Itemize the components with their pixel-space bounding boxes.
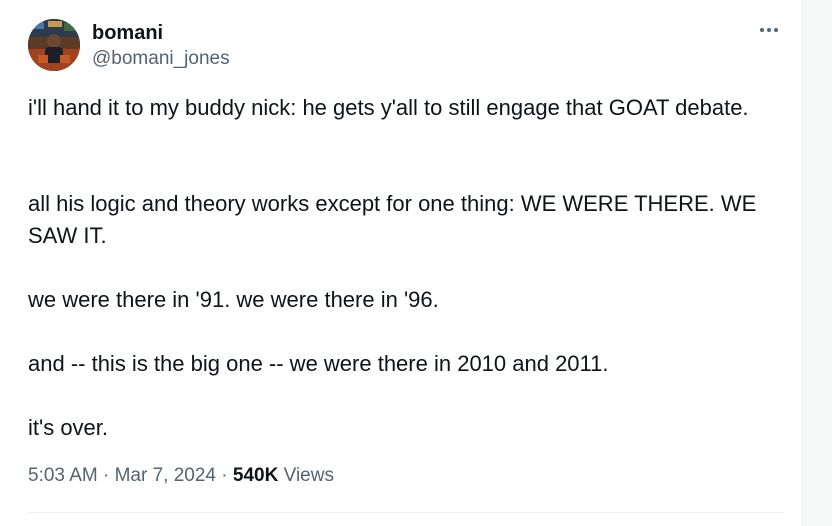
more-options-icon[interactable]: [757, 20, 781, 40]
tweet-date[interactable]: Mar 7, 2024: [115, 465, 216, 486]
tweet-paragraph: all his logic and theory works except fo…: [28, 191, 757, 248]
tweet-paragraph: and -- this is the big one -- we were th…: [28, 351, 609, 376]
author-handle[interactable]: @bomani_jones: [92, 48, 230, 70]
dot-icon: [760, 28, 764, 32]
meta-separator: ·: [221, 465, 228, 486]
tweet-paragraph: we were there in '91. we were there in '…: [28, 287, 439, 312]
author-display-name[interactable]: bomani: [92, 22, 163, 44]
tweet-time[interactable]: 5:03 AM: [28, 465, 98, 486]
dot-icon: [774, 28, 778, 32]
tweet-paragraph: it's over.: [28, 415, 109, 440]
avatar-image: [28, 19, 80, 71]
views-label: Views: [283, 465, 334, 486]
tweet-meta: 5:03 AM · Mar 7, 2024 · 540K Views: [28, 464, 334, 488]
tweet-card: bomani @bomani_jones i'll hand it to my …: [0, 0, 803, 526]
tweet-paragraph: i'll hand it to my buddy nick: he gets y…: [28, 95, 749, 120]
dot-icon: [767, 28, 771, 32]
divider: [28, 512, 784, 513]
avatar[interactable]: [28, 19, 80, 71]
views-count[interactable]: 540K: [233, 465, 278, 486]
meta-separator: ·: [103, 465, 110, 486]
